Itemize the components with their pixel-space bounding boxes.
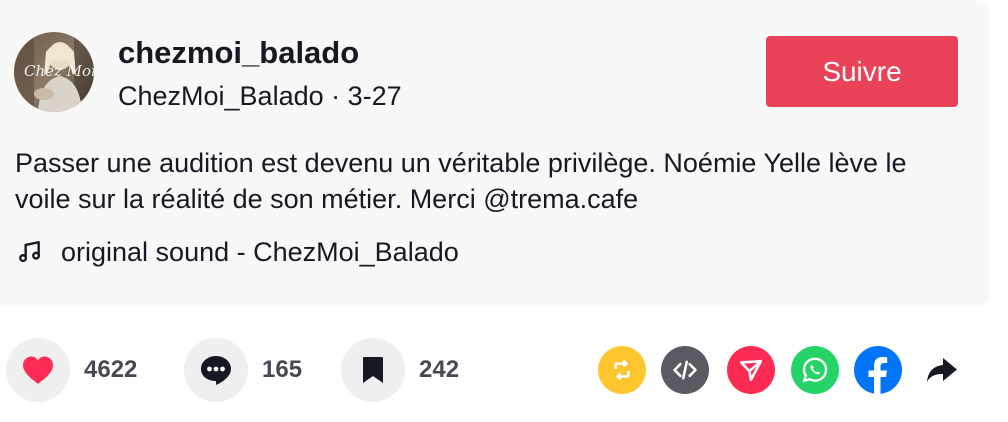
author-subline: ChezMoi_Balado · 3-27	[118, 80, 402, 112]
comment-button[interactable]: 165	[184, 338, 302, 402]
save-button[interactable]: 242	[341, 338, 459, 402]
like-count: 4622	[84, 356, 138, 383]
save-icon-circle	[341, 338, 405, 402]
bookmark-icon	[363, 357, 383, 383]
avatar[interactable]: Chez Moi	[14, 32, 94, 112]
like-button[interactable]: 4622	[6, 338, 137, 402]
whatsapp-button[interactable]	[791, 346, 839, 394]
svg-text:Chez Moi: Chez Moi	[24, 62, 94, 80]
repost-button[interactable]	[598, 346, 646, 394]
avatar-image: Chez Moi	[14, 32, 94, 112]
share-arrow-icon	[927, 358, 957, 382]
facebook-icon	[868, 357, 888, 394]
music-note-icon	[15, 237, 45, 267]
whatsapp-icon	[802, 357, 828, 383]
sound-label: original sound - ChezMoi_Balado	[61, 236, 459, 267]
description-text: Passer une audition est devenu un vérita…	[15, 148, 907, 214]
facebook-button[interactable]	[854, 346, 902, 394]
author-username[interactable]: chezmoi_balado	[118, 34, 359, 72]
comment-icon-circle	[184, 338, 248, 402]
embed-code-icon	[673, 360, 697, 380]
comment-count: 165	[262, 356, 303, 383]
separator-dot: ·	[331, 81, 341, 111]
heart-icon	[23, 356, 53, 384]
follow-button[interactable]: Suivre	[766, 36, 958, 107]
save-count: 242	[419, 356, 460, 383]
repost-icon	[614, 360, 630, 380]
post-info-card: Chez Moi chezmoi_balado ChezMoi_Balado ·…	[0, 0, 990, 306]
mention-link[interactable]: @trema.cafe	[483, 184, 638, 214]
send-icon	[739, 360, 763, 382]
author-display-name[interactable]: ChezMoi_Balado	[118, 81, 324, 111]
more-share-button[interactable]	[918, 346, 966, 394]
post-date: 3-27	[347, 81, 402, 111]
embed-button[interactable]	[661, 346, 709, 394]
sound-link[interactable]: original sound - ChezMoi_Balado	[15, 234, 459, 270]
post-description: Passer une audition est devenu un vérita…	[15, 145, 965, 217]
send-button[interactable]	[727, 346, 775, 394]
like-icon-circle	[6, 338, 70, 402]
comment-icon	[201, 356, 231, 385]
